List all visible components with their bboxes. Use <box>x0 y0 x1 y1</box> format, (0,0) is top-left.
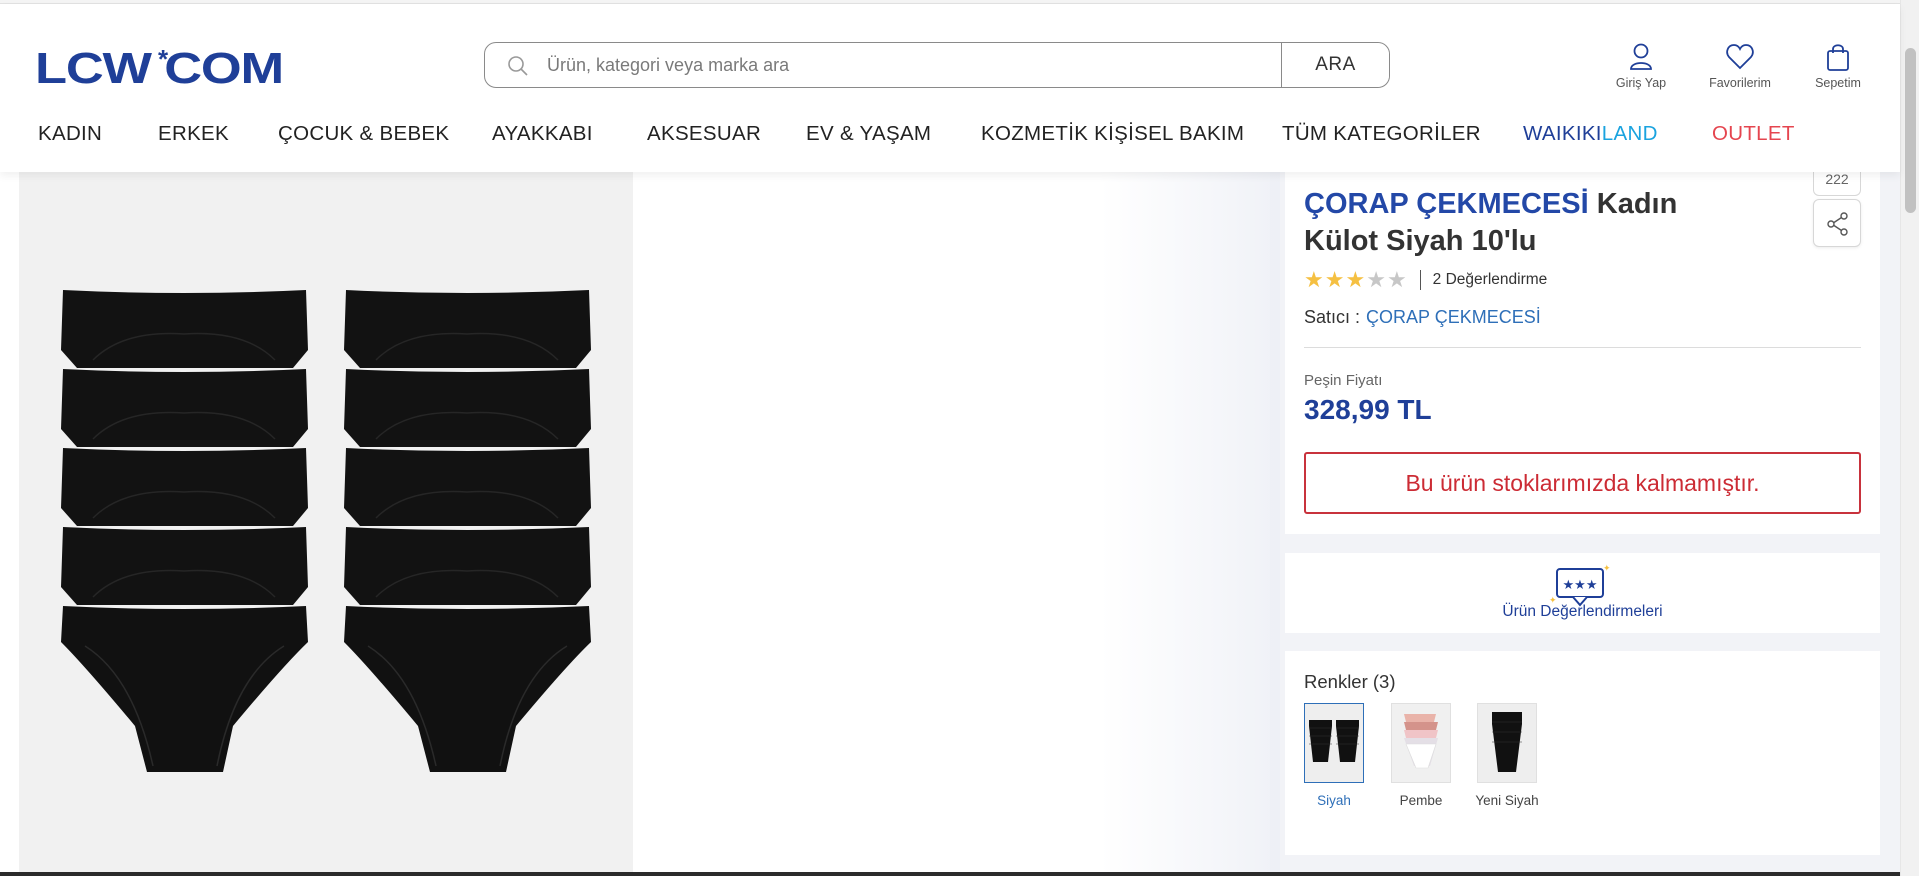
product-brand-link[interactable]: ÇORAP ÇEKMECESİ <box>1304 188 1589 220</box>
user-icon <box>1630 43 1652 70</box>
out-of-stock-notice: Bu ürün stoklarımızda kalmamıştır. <box>1304 452 1861 514</box>
site-header: LCW COM * ARA Giriş Yap Favorilerim Sepe… <box>0 4 1900 172</box>
price-label: Peşin Fiyatı <box>1304 372 1383 389</box>
colors-card: Renkler (3) Siyah Pembe Yeni Siyah <box>1285 651 1880 855</box>
rating-separator <box>1419 270 1421 290</box>
color-label-siyah[interactable]: Siyah <box>1289 793 1379 808</box>
nav-item-kozmetik[interactable]: KOZMETİK KİŞİSEL BAKIM <box>981 122 1244 146</box>
rating-star-icon: ★ <box>1304 266 1324 292</box>
product-rating[interactable]: ★★★★★ 2 Değerlendirme <box>1304 268 1547 292</box>
cart-label: Sepetim <box>1815 76 1861 90</box>
nav-item-ev-yasam[interactable]: EV & YAŞAM <box>806 122 931 146</box>
search-icon <box>508 56 528 76</box>
search-bar: ARA <box>484 42 1390 88</box>
shopping-bag-icon <box>1827 44 1849 71</box>
share-button[interactable] <box>1813 199 1861 247</box>
nav-item-kadin[interactable]: KADIN <box>38 122 102 146</box>
nav-item-waikikiland[interactable]: WAIKIKILAND <box>1523 122 1658 146</box>
svg-text:*: * <box>158 46 169 74</box>
search-input[interactable] <box>547 49 1247 81</box>
color-swatch-siyah[interactable] <box>1304 703 1364 783</box>
nav-item-aksesuar[interactable]: AKSESUAR <box>647 122 761 146</box>
nav-item-tum-kategoriler[interactable]: TÜM KATEGORİLER <box>1282 122 1481 146</box>
product-photo-briefs <box>61 290 591 772</box>
login-link[interactable]: Giriş Yap <box>1606 42 1676 90</box>
seller-label: Satıcı : <box>1304 307 1361 327</box>
color-label-pembe[interactable]: Pembe <box>1376 793 1466 808</box>
review-count[interactable]: 2 Değerlendirme <box>1433 271 1548 289</box>
rating-star-icon: ★ <box>1324 266 1345 292</box>
nav-item-outlet[interactable]: OUTLET <box>1712 122 1795 146</box>
page-scrollbar[interactable] <box>1900 0 1919 876</box>
scrollbar-thumb[interactable] <box>1905 48 1916 213</box>
swatch-image-siyah <box>1305 704 1363 782</box>
nav-item-ayakkabi[interactable]: AYAKKABI <box>492 122 593 146</box>
seller-link[interactable]: ÇORAP ÇEKMECESİ <box>1366 307 1541 327</box>
color-swatch-yeni-siyah[interactable] <box>1477 703 1537 783</box>
search-button[interactable]: ARA <box>1281 43 1389 87</box>
land-text: LAND <box>1601 122 1658 145</box>
colors-title: Renkler (3) <box>1304 671 1396 692</box>
reviews-card[interactable]: ★★★ ✦ ✦ Ürün Değerlendirmeleri <box>1285 553 1880 633</box>
lcw-logo[interactable]: LCW COM * <box>35 46 285 90</box>
product-price: 328,99 TL <box>1304 394 1432 425</box>
main-nav: KADIN ERKEK ÇOCUK & BEBEK AYAKKABI AKSES… <box>0 122 1900 162</box>
brief-front <box>344 606 591 772</box>
swatch-image-yeni-siyah <box>1478 704 1536 782</box>
color-label-yeni-siyah[interactable]: Yeni Siyah <box>1462 793 1552 808</box>
brief-front <box>61 606 308 772</box>
divider <box>1304 347 1861 348</box>
login-label: Giriş Yap <box>1615 76 1667 90</box>
svg-text:✦: ✦ <box>1603 564 1611 574</box>
nav-item-erkek[interactable]: ERKEK <box>158 122 229 146</box>
share-icon <box>1827 212 1848 236</box>
svg-text:★★★: ★★★ <box>1563 578 1598 593</box>
color-swatch-pembe[interactable] <box>1391 703 1451 783</box>
browser-bottom-edge <box>0 872 1900 876</box>
favorites-label: Favorilerim <box>1709 76 1771 90</box>
waikiki-text: WAIKIKI <box>1523 122 1602 145</box>
rating-stars: ★★★★★ <box>1304 266 1408 292</box>
heart-icon <box>1726 44 1754 70</box>
cart-link[interactable]: Sepetim <box>1806 42 1870 90</box>
reviews-label: Ürün Değerlendirmeleri <box>1502 603 1663 620</box>
swatch-image-pembe <box>1392 704 1450 782</box>
review-bubble-icon: ★★★ ✦ ✦ <box>1549 564 1611 607</box>
rating-star-icon: ★ <box>1386 266 1407 292</box>
favorites-link[interactable]: Favorilerim <box>1700 42 1780 90</box>
product-info-card: 222 ÇORAP ÇEKMECESİ Kadın Külot Siyah 10… <box>1285 166 1880 534</box>
product-image[interactable] <box>19 172 633 876</box>
product-title: ÇORAP ÇEKMECESİ Kadın Külot Siyah 10'lu <box>1304 186 1724 260</box>
rating-star-icon: ★ <box>1366 266 1386 292</box>
rating-star-icon: ★ <box>1345 266 1366 292</box>
image-gradient-overlay <box>1100 172 1280 876</box>
nav-item-cocuk-bebek[interactable]: ÇOCUK & BEBEK <box>278 122 449 146</box>
seller-info: Satıcı : ÇORAP ÇEKMECESİ <box>1304 307 1541 328</box>
